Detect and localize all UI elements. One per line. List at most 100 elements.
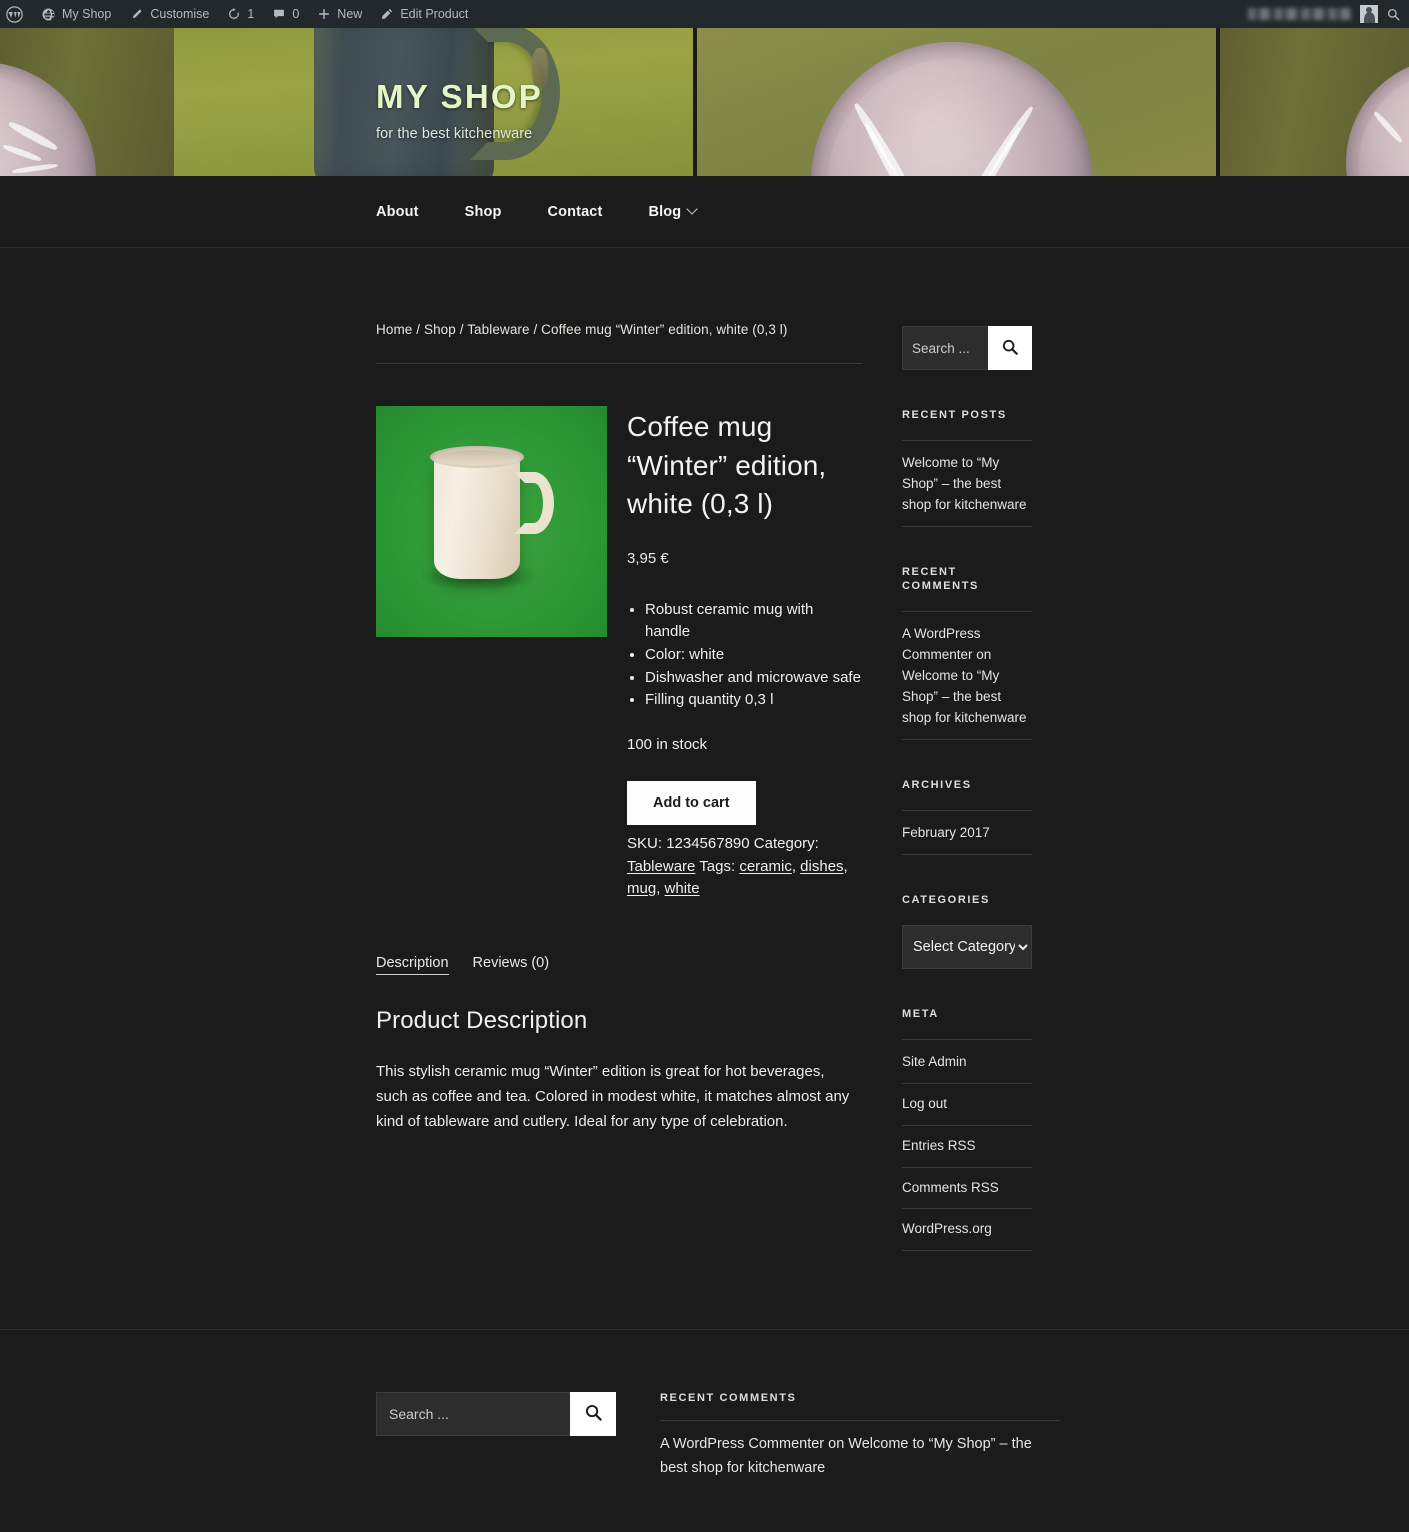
widget-title: Meta	[902, 1007, 939, 1020]
adminbar-updates[interactable]: 1	[218, 0, 263, 28]
widget-categories: Categories Select Category	[902, 893, 1032, 969]
product-tabs: Description Reviews (0)	[376, 955, 862, 975]
nav-label-about: About	[376, 203, 419, 220]
list-item[interactable]: Log out	[902, 1084, 1032, 1126]
meta-link-site-admin[interactable]: Site Admin	[902, 1054, 967, 1069]
footer-search-input[interactable]	[376, 1392, 570, 1437]
tag-separator: ,	[656, 879, 661, 897]
widget-title: Recent Posts	[902, 409, 1007, 421]
tag-separator: ,	[791, 857, 796, 875]
adminbar-new-content[interactable]: New	[308, 0, 371, 28]
recent-posts-list: Welcome to “My Shop” – the best shop for…	[902, 440, 1032, 527]
widget-recent-posts: Recent Posts Welcome to “My Shop” – the …	[902, 408, 1032, 527]
stock-status: 100 in stock	[627, 736, 708, 754]
meta-link-entries-rss[interactable]: Entries RSS	[902, 1138, 976, 1153]
adminbar-updates-count: 1	[247, 7, 255, 21]
search-submit-button[interactable]	[988, 326, 1032, 370]
site-footer: Recent Comments A WordPress Commenter on…	[0, 1329, 1409, 1532]
widget-title: Categories	[902, 893, 990, 906]
list-item[interactable]: WordPress.org	[902, 1209, 1032, 1252]
nav-item-shop[interactable]: Shop	[465, 204, 502, 220]
main-column: Home / Shop / Tableware / Coffee mug “Wi…	[376, 322, 862, 1134]
add-to-cart-button[interactable]: Add to cart	[627, 781, 756, 826]
list-item[interactable]: Site Admin	[902, 1038, 1032, 1084]
list-item[interactable]: Welcome to “My Shop” – the best shop for…	[902, 440, 1032, 527]
site-title[interactable]: MY SHOP	[376, 80, 543, 113]
meta-list: Site Admin Log out Entries RSS Comments …	[902, 1038, 1032, 1252]
widget-title: Archives	[902, 778, 972, 791]
archive-link[interactable]: February 2017	[902, 825, 990, 840]
breadcrumb[interactable]: Home / Shop / Tableware / Coffee mug “Wi…	[376, 322, 862, 364]
product-feature-list: Robust ceramic mug with handle Color: wh…	[645, 599, 862, 711]
nav-item-blog[interactable]: Blog	[649, 202, 698, 220]
list-item: Robust ceramic mug with handle	[645, 599, 862, 643]
product-image[interactable]	[376, 406, 607, 637]
plus-icon	[317, 7, 331, 21]
banner-image-1	[0, 28, 174, 176]
list-item[interactable]: Comments RSS	[902, 1168, 1032, 1210]
search-icon[interactable]	[1386, 7, 1401, 22]
description-heading: Product Description	[376, 1006, 588, 1034]
tab-description[interactable]: Description	[376, 955, 449, 975]
nav-label-shop: Shop	[464, 203, 502, 220]
adminbar-site-name[interactable]: My Shop	[32, 0, 120, 28]
list-item[interactable]: A WordPress Commenter on Welcome to “My …	[660, 1420, 1060, 1491]
widget-recent-comments: Recent Comments A WordPress Commenter on…	[902, 565, 1032, 740]
page-content: Home / Shop / Tableware / Coffee mug “Wi…	[0, 248, 1409, 1252]
tag-link-dishes[interactable]: dishes	[800, 858, 843, 875]
widget-title: Recent Comments	[660, 1392, 797, 1405]
tag-link-mug[interactable]: mug	[627, 880, 656, 897]
sidebar-search-form	[902, 326, 1032, 370]
widget-title: Recent Comments	[902, 565, 979, 592]
wordpress-logo-icon	[6, 5, 23, 23]
avatar-icon[interactable]	[1360, 5, 1378, 23]
adminbar-customise[interactable]: Customise	[120, 0, 218, 28]
sku-label: SKU:	[627, 835, 663, 853]
tag-separator: ,	[843, 857, 848, 875]
tag-link-white[interactable]: white	[665, 880, 700, 897]
adminbar-wordpress-logo[interactable]	[0, 0, 32, 28]
banner-image-4	[1218, 28, 1409, 176]
list-item: Color: white	[645, 644, 862, 666]
footer-recent-comments-list: A WordPress Commenter on Welcome to “My …	[660, 1420, 1060, 1491]
adminbar-comments-count: 0	[292, 7, 300, 21]
category-select[interactable]: Select Category	[902, 924, 1032, 969]
meta-link-comments-rss[interactable]: Comments RSS	[902, 1180, 999, 1195]
list-item[interactable]: February 2017	[902, 809, 1032, 855]
widget-archives: Archives February 2017	[902, 778, 1032, 855]
footer-search-widget	[376, 1392, 616, 1437]
site-header-banner: MY SHOP for the best kitchenware	[0, 28, 1409, 176]
tags-label: Tags:	[699, 857, 736, 875]
nav-item-contact[interactable]: Contact	[547, 204, 602, 220]
adminbar-edit-product[interactable]: Edit Product	[371, 0, 477, 28]
adminbar-edit-label: Edit Product	[400, 7, 469, 21]
tag-link-ceramic[interactable]: ceramic	[739, 858, 792, 875]
chevron-down-icon	[686, 202, 698, 215]
recent-post-link[interactable]: Welcome to “My Shop” – the best shop for…	[902, 455, 1027, 512]
edit-icon	[380, 7, 394, 21]
adminbar-username-redacted[interactable]	[1248, 8, 1352, 20]
search-icon	[584, 1403, 603, 1425]
list-item[interactable]: A WordPress Commenter on Welcome to “My …	[902, 611, 1032, 740]
adminbar-account-area	[1248, 5, 1409, 23]
search-icon	[1001, 338, 1019, 359]
meta-link-log-out[interactable]: Log out	[902, 1096, 947, 1111]
site-branding: MY SHOP for the best kitchenware	[376, 80, 543, 142]
search-input[interactable]	[902, 326, 988, 370]
footer-recent-comments-widget: Recent Comments A WordPress Commenter on…	[660, 1392, 1060, 1491]
nav-item-about[interactable]: About	[376, 204, 419, 220]
product-summary: Coffee mug “Winter” edition, white (0,3 …	[376, 406, 862, 900]
meta-link-wordpress-org[interactable]: WordPress.org	[902, 1221, 992, 1236]
adminbar-comments[interactable]: 0	[263, 0, 308, 28]
updates-icon	[227, 7, 241, 21]
tab-reviews[interactable]: Reviews (0)	[473, 955, 550, 975]
category-link-tableware[interactable]: Tableware	[627, 858, 695, 875]
footer-search-submit-button[interactable]	[570, 1392, 616, 1437]
comment-bubble-icon	[272, 7, 286, 21]
list-item[interactable]: Entries RSS	[902, 1126, 1032, 1168]
product-details: Coffee mug “Winter” edition, white (0,3 …	[627, 406, 862, 900]
sku-value: 1234567890	[666, 835, 750, 853]
adminbar-customise-label: Customise	[150, 7, 210, 21]
sidebar: Recent Posts Welcome to “My Shop” – the …	[902, 322, 1032, 1252]
category-label: Category:	[753, 835, 819, 853]
